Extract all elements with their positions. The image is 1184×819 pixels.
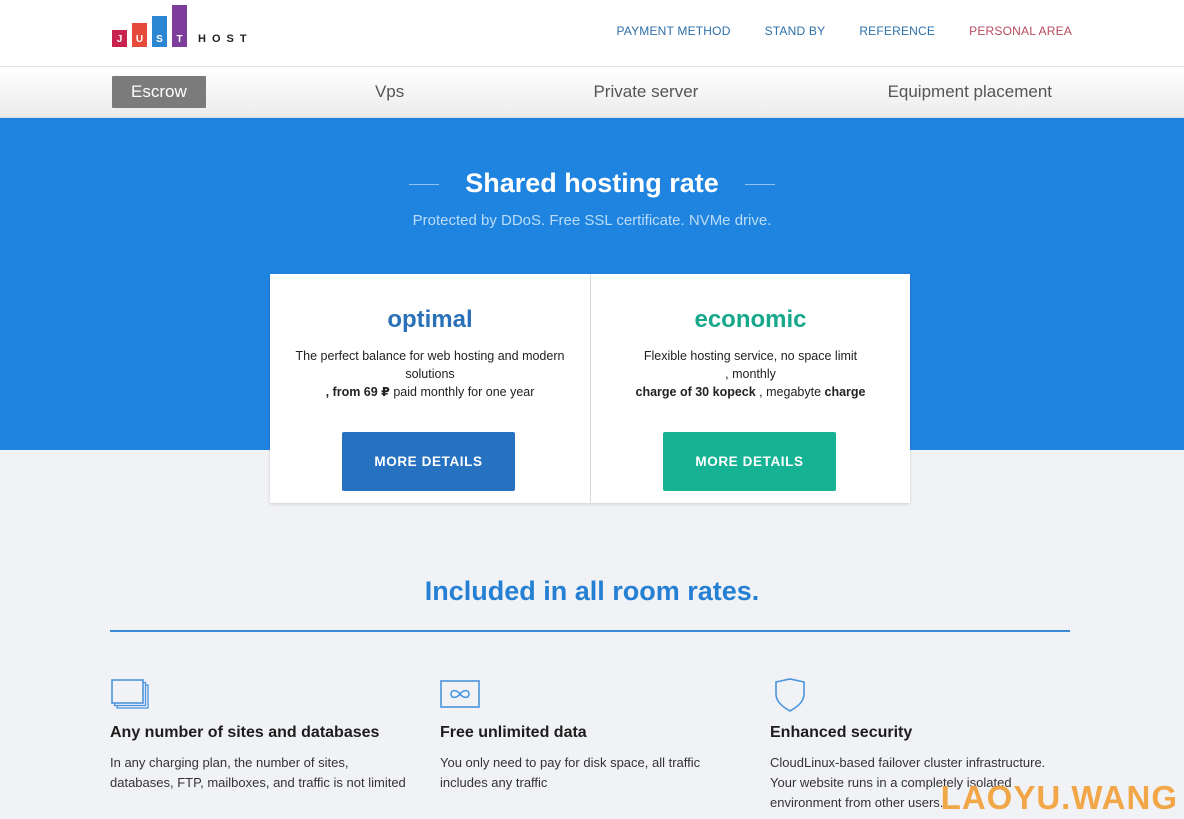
service-tabs: Escrow Vps Private server Equipment plac… xyxy=(0,67,1184,118)
section-divider xyxy=(110,630,1070,632)
feature-unlimited-data: Free unlimited data You only need to pay… xyxy=(440,678,740,793)
plan-name-economic: economic xyxy=(694,306,807,333)
logo-bar-u: U xyxy=(132,23,147,47)
plan-card-economic: economic Flexible hosting service, no sp… xyxy=(590,274,910,503)
plan-card-optimal: optimal The perfect balance for web host… xyxy=(270,274,590,503)
feature-title: Enhanced security xyxy=(770,724,913,741)
feature-title: Any number of sites and databases xyxy=(110,724,380,741)
feature-sites-databases: Any number of sites and databases In any… xyxy=(110,678,410,793)
site-header: J U S T HOST PAYMENT METHOD STAND BY REF… xyxy=(0,0,1184,67)
top-navigation: PAYMENT METHOD STAND BY REFERENCE PERSON… xyxy=(616,24,1072,38)
plan-name-optimal: optimal xyxy=(387,306,473,333)
nav-payment-method[interactable]: PAYMENT METHOD xyxy=(616,24,730,38)
logo-bar-j: J xyxy=(112,30,127,47)
nav-reference[interactable]: REFERENCE xyxy=(859,24,935,38)
logo-bar-t: T xyxy=(172,5,187,47)
feature-title: Free unlimited data xyxy=(440,724,587,741)
included-section-title: Included in all room rates. xyxy=(424,576,760,606)
feature-text: In any charging plan, the number of site… xyxy=(110,755,406,790)
more-details-button-economic[interactable]: MORE DETAILS xyxy=(663,432,836,491)
tab-escrow[interactable]: Escrow xyxy=(112,76,206,108)
tab-equipment-placement[interactable]: Equipment placement xyxy=(868,76,1072,108)
nav-personal-area[interactable]: PERSONAL AREA xyxy=(969,24,1072,38)
hero-title: Shared hosting rate xyxy=(0,168,1184,199)
plan-desc-optimal: The perfect balance for web hosting and … xyxy=(295,349,565,399)
tab-private-server[interactable]: Private server xyxy=(573,76,718,108)
nav-stand-by[interactable]: STAND BY xyxy=(765,24,826,38)
shield-icon xyxy=(770,678,1070,712)
infinity-icon xyxy=(440,678,740,712)
plan-desc-economic: Flexible hosting service, no space limit… xyxy=(635,349,866,399)
logo-bar-s: S xyxy=(152,16,167,47)
watermark-text: LAOYU.WANG xyxy=(940,779,1178,816)
title-decor-line-left xyxy=(409,184,440,186)
more-details-button-optimal[interactable]: MORE DETAILS xyxy=(342,432,515,491)
plan-cards: optimal The perfect balance for web host… xyxy=(270,274,910,503)
tab-vps[interactable]: Vps xyxy=(355,76,424,108)
hero-subtitle: Protected by DDoS. Free SSL certificate.… xyxy=(412,212,772,229)
windows-stack-icon xyxy=(110,678,410,712)
feature-text: You only need to pay for disk space, all… xyxy=(440,755,701,790)
logo-host-text: HOST xyxy=(198,33,253,45)
title-decor-line-right xyxy=(744,184,775,186)
